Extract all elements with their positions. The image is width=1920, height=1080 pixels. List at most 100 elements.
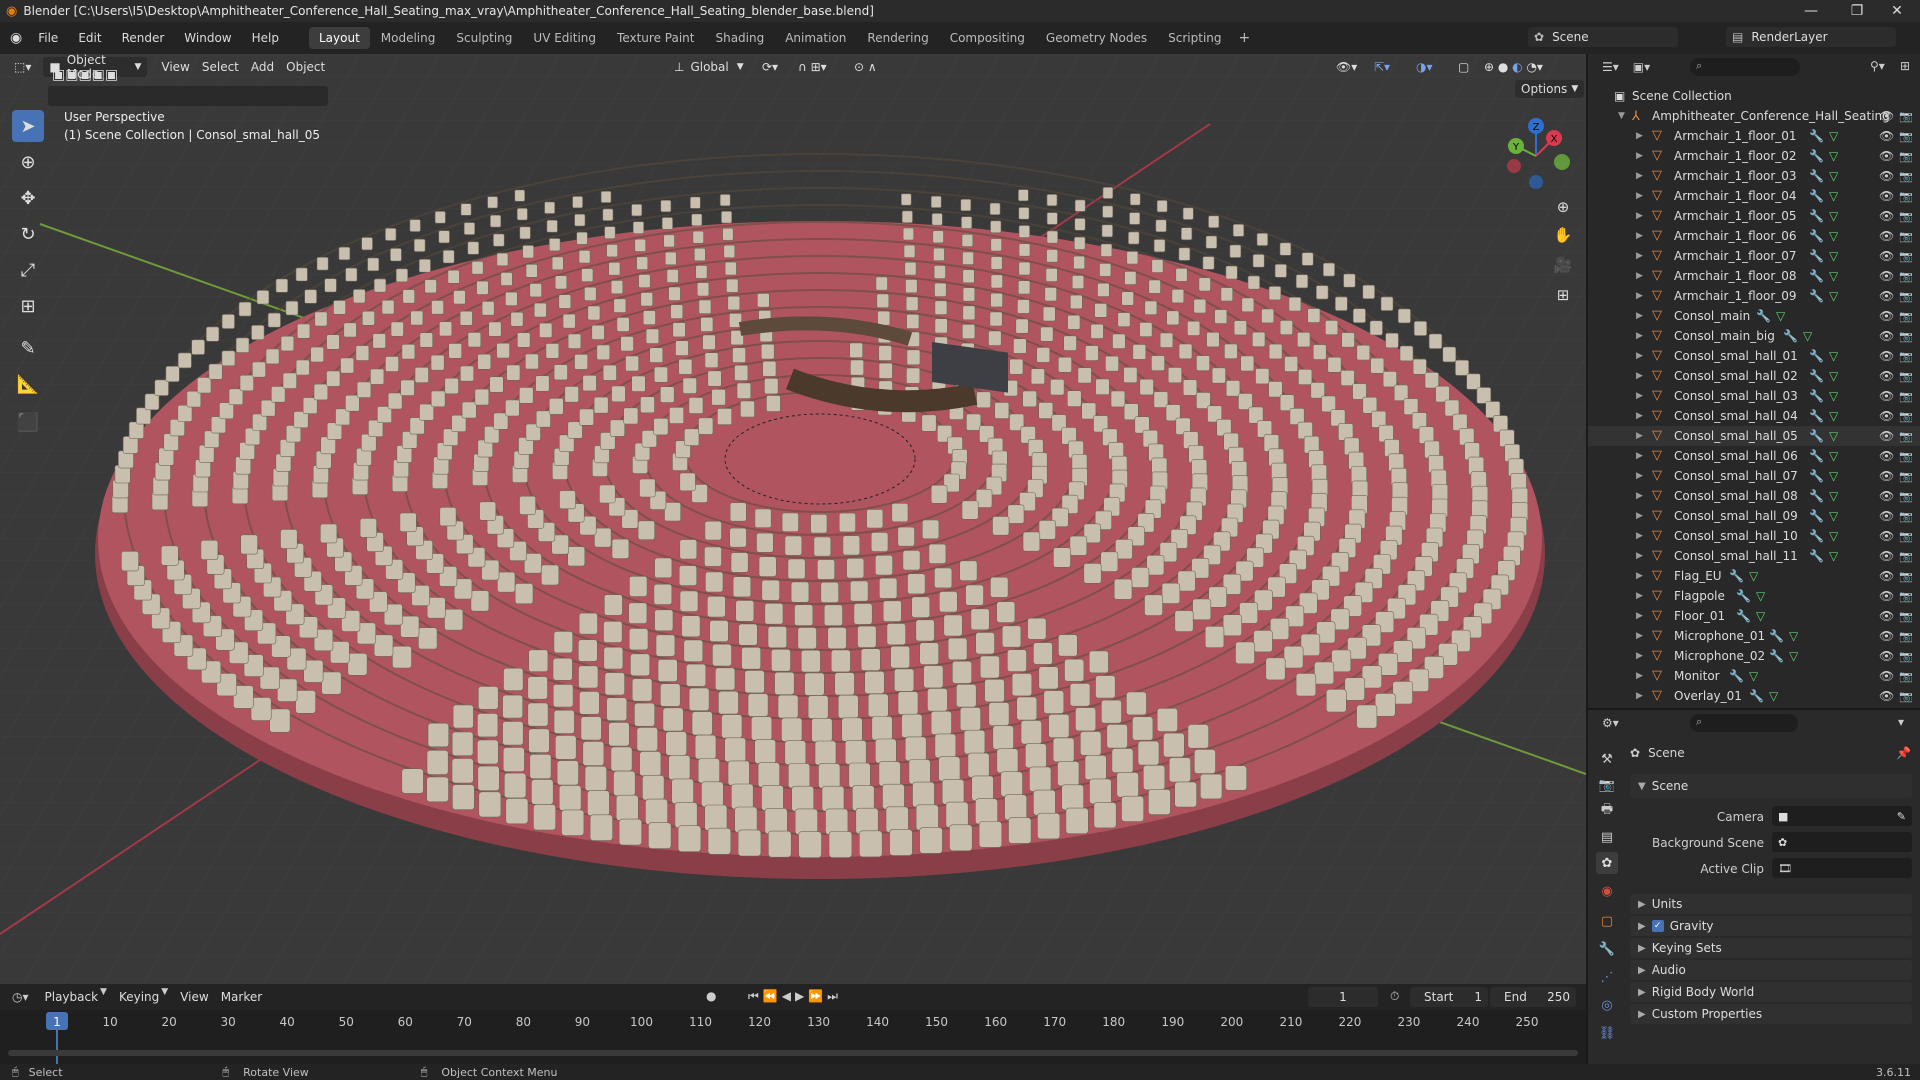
visibility-dropdown[interactable]: 👁▾ [1330, 57, 1363, 77]
rotate-tool[interactable]: ↻ [12, 218, 44, 250]
outliner-row[interactable]: ▶ ▽ Consol_smal_hall_01 🔧 ▽ 👁 📷 [1588, 346, 1920, 366]
outliner-row[interactable]: ▶ ▽ Armchair_1_floor_09 🔧 ▽ 👁 📷 [1588, 286, 1920, 306]
render-camera-icon[interactable]: 📷 [1899, 610, 1913, 623]
timeline-menu-view[interactable]: View [174, 987, 214, 1007]
scene-collection-row[interactable]: ▣ Scene Collection [1588, 86, 1920, 106]
pin-icon[interactable]: 📌 [1896, 746, 1911, 760]
outliner-row[interactable]: ▶ ▽ Consol_smal_hall_02 🔧 ▽ 👁 📷 [1588, 366, 1920, 386]
panel-rigid-body-world[interactable]: ▶ Rigid Body World [1630, 982, 1912, 1002]
gizmo-toggle[interactable]: ⇱▾ [1368, 57, 1396, 77]
timeline-scrollbar[interactable] [8, 1050, 1578, 1056]
expand-arrow-icon[interactable]: ▶ [1636, 351, 1643, 361]
mesh-data-icon[interactable]: ▽ [1829, 469, 1838, 483]
viewport-menu-object[interactable]: Object [280, 57, 331, 77]
expand-arrow-icon[interactable]: ▶ [1636, 171, 1643, 181]
modifier-wrench-icon[interactable]: 🔧 [1809, 289, 1824, 303]
outliner-row[interactable]: ▶ ▽ Armchair_1_floor_06 🔧 ▽ 👁 📷 [1588, 226, 1920, 246]
expand-arrow-icon[interactable]: ▶ [1636, 471, 1643, 481]
render-camera-icon[interactable]: 📷 [1899, 650, 1913, 663]
modifier-wrench-icon[interactable]: 🔧 [1809, 189, 1824, 203]
render-camera-icon[interactable]: 📷 [1899, 690, 1913, 703]
end-frame-field[interactable]: End 250 [1490, 987, 1576, 1007]
modifier-wrench-icon[interactable]: 🔧 [1809, 129, 1824, 143]
expand-arrow-icon[interactable]: ▶ [1636, 271, 1643, 281]
expand-arrow-icon[interactable]: ▶ [1636, 371, 1643, 381]
mesh-data-icon[interactable]: ▽ [1829, 489, 1838, 503]
render-camera-icon[interactable]: 📷 [1899, 490, 1913, 503]
modifier-wrench-icon[interactable]: 🔧 [1809, 469, 1824, 483]
menu-file[interactable]: File [28, 22, 68, 54]
menu-window[interactable]: Window [174, 22, 241, 54]
current-frame-field[interactable]: 1 [1308, 987, 1378, 1007]
eye-icon[interactable]: 👁 [1879, 369, 1894, 383]
eye-icon[interactable]: 👁 [1879, 449, 1894, 463]
tab-shading[interactable]: Shading [705, 27, 774, 49]
expand-arrow-icon[interactable]: ▶ [1636, 291, 1643, 301]
constraints-tab-icon[interactable]: ⛓ [1596, 1022, 1618, 1044]
modifier-wrench-icon[interactable]: 🔧 [1729, 669, 1744, 683]
new-collection-icon[interactable]: ⊞ [1900, 59, 1910, 73]
expand-arrow-icon[interactable]: ▶ [1636, 451, 1643, 461]
camera-field[interactable]: ■ ✎ [1772, 806, 1912, 826]
outliner-row[interactable]: ▶ ▽ Armchair_1_floor_04 🔧 ▽ 👁 📷 [1588, 186, 1920, 206]
mesh-data-icon[interactable]: ▽ [1829, 429, 1838, 443]
eye-icon[interactable]: 👁 [1879, 269, 1894, 283]
outliner-row[interactable]: ▶ ▽ Consol_smal_hall_04 🔧 ▽ 👁 📷 [1588, 406, 1920, 426]
modifier-wrench-icon[interactable]: 🔧 [1809, 369, 1824, 383]
mesh-data-icon[interactable]: ▽ [1829, 129, 1838, 143]
modifier-wrench-icon[interactable]: 🔧 [1729, 569, 1744, 583]
modifier-wrench-icon[interactable]: 🔧 [1809, 349, 1824, 363]
view-layer-tab-icon[interactable]: ▤ [1596, 826, 1618, 848]
outliner[interactable]: ☰▾ ▣▾ ⌕ ⚲▾ ⊞ ▣ Scene Collection ▼ ⅄ Amph… [1586, 54, 1920, 708]
modifier-wrench-icon[interactable]: 🔧 [1809, 549, 1824, 563]
outliner-row[interactable]: ▶ ▽ Consol_smal_hall_03 🔧 ▽ 👁 📷 [1588, 386, 1920, 406]
expand-arrow-icon[interactable]: ▶ [1636, 391, 1643, 401]
tab-animation[interactable]: Animation [775, 27, 856, 49]
tab-modeling[interactable]: Modeling [371, 27, 446, 49]
eye-icon[interactable]: 👁 [1879, 309, 1894, 323]
mesh-data-icon[interactable]: ▽ [1829, 389, 1838, 403]
blender-menu-icon[interactable]: ◉ [10, 30, 22, 46]
mesh-data-icon[interactable]: ▽ [1829, 149, 1838, 163]
eye-icon[interactable]: 👁 [1879, 329, 1894, 343]
outliner-row[interactable]: ▶ ▽ Consol_main_big 🔧 ▽ 👁 📷 [1588, 326, 1920, 346]
mesh-data-icon[interactable]: ▽ [1829, 269, 1838, 283]
render-camera-icon[interactable]: 📷 [1899, 570, 1913, 583]
render-camera-icon[interactable]: 📷 [1899, 230, 1913, 243]
expand-arrow-icon[interactable]: ▶ [1636, 531, 1643, 541]
expand-arrow-icon[interactable]: ▶ [1636, 511, 1643, 521]
scene-render[interactable] [0, 54, 1586, 984]
pivot-dropdown[interactable]: ⟳▾ [756, 57, 784, 77]
mesh-data-icon[interactable]: ▽ [1769, 689, 1778, 703]
eye-icon[interactable]: 👁 [1879, 189, 1894, 203]
render-camera-icon[interactable]: 📷 [1899, 290, 1913, 303]
render-camera-icon[interactable]: 📷 [1899, 150, 1913, 163]
expand-arrow-icon[interactable]: ▶ [1636, 631, 1643, 641]
mesh-data-icon[interactable]: ▽ [1829, 249, 1838, 263]
modifier-wrench-icon[interactable]: 🔧 [1736, 589, 1751, 603]
mesh-data-icon[interactable]: ▽ [1829, 349, 1838, 363]
eye-icon[interactable]: 👁 [1879, 169, 1894, 183]
render-camera-icon[interactable]: 📷 [1899, 410, 1913, 423]
timeline[interactable]: ◷▾ Playback ▼ Keying ▼ View Marker ● ⏮⏪◀▶⏩⏭ 1… [0, 984, 1586, 1064]
modifier-wrench-icon[interactable]: 🔧 [1809, 229, 1824, 243]
mesh-data-icon[interactable]: ▽ [1829, 529, 1838, 543]
panel-custom-properties[interactable]: ▶ Custom Properties [1630, 1004, 1912, 1024]
mesh-data-icon[interactable]: ▽ [1803, 329, 1812, 343]
annotate-tool[interactable]: ✎ [12, 332, 44, 364]
properties-editor-icon[interactable]: ⚙▾ [1602, 716, 1619, 730]
expand-arrow-icon[interactable]: ▶ [1636, 591, 1643, 601]
outliner-row[interactable]: ▶ ▽ Consol_smal_hall_11 🔧 ▽ 👁 📷 [1588, 546, 1920, 566]
outliner-row[interactable]: ▶ ▽ Consol_main 🔧 ▽ 👁 📷 [1588, 306, 1920, 326]
eye-icon[interactable]: 👁 [1879, 509, 1894, 523]
render-camera-icon[interactable]: 📷 [1899, 430, 1913, 443]
tab-geometry-nodes[interactable]: Geometry Nodes [1036, 27, 1157, 49]
outliner-row[interactable]: ▶ ▽ Overlay_01 🔧 ▽ 👁 📷 [1588, 686, 1920, 706]
tab-scripting[interactable]: Scripting [1158, 27, 1231, 49]
modifier-wrench-icon[interactable]: 🔧 [1809, 249, 1824, 263]
mesh-data-icon[interactable]: ▽ [1756, 589, 1765, 603]
modifier-wrench-icon[interactable]: 🔧 [1809, 529, 1824, 543]
properties-search-input[interactable]: ⌕ [1690, 714, 1798, 732]
outliner-editor-icon[interactable]: ☰▾ [1602, 60, 1619, 74]
render-camera-icon[interactable]: 📷 [1899, 170, 1913, 183]
